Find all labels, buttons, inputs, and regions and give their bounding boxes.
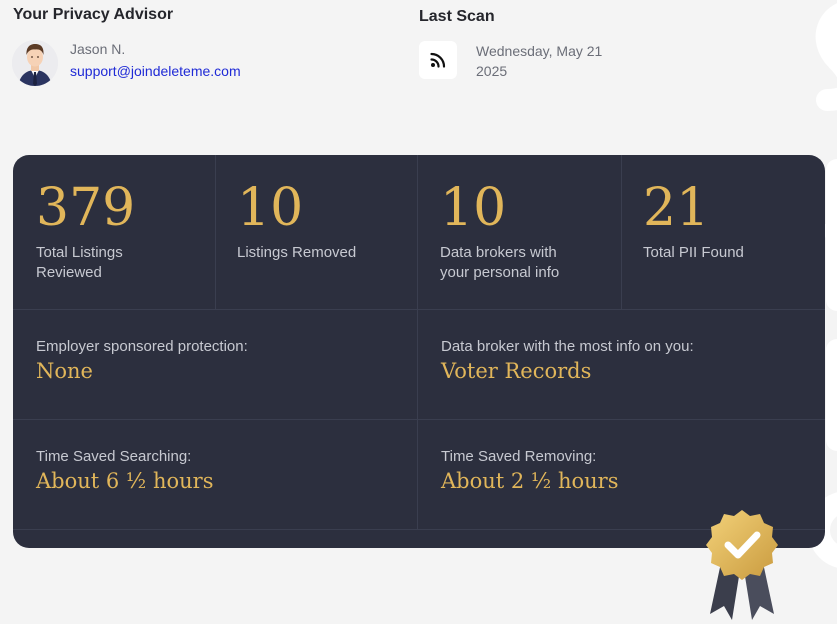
employer-protection-value: None [36, 359, 93, 383]
award-badge-icon [706, 510, 778, 620]
stat-value: 379 [36, 178, 136, 238]
top-broker-value: Voter Records [441, 359, 592, 383]
employer-protection-cell: Employer sponsored protection: None [13, 310, 418, 420]
stat-total-listings: 379 Total Listings Reviewed [13, 155, 216, 310]
advisor-avatar [12, 40, 58, 86]
advisor-section-title: Your Privacy Advisor [13, 6, 174, 23]
last-scan-date-line1: Wednesday, May 21 [476, 43, 603, 59]
rss-feed-icon [419, 41, 457, 79]
last-scan-date: Wednesday, May 21 2025 [476, 41, 636, 81]
top-broker-cell: Data broker with the most info on you: V… [418, 310, 825, 420]
time-saved-removing-label: Time Saved Removing: [441, 448, 597, 465]
privacy-summary-card: 379 Total Listings Reviewed 10 Listings … [13, 155, 825, 548]
time-saved-searching-label: Time Saved Searching: [36, 448, 192, 465]
stat-value: 21 [643, 178, 710, 238]
advisor-name: Jason N. [70, 41, 126, 57]
stat-label: Total Listings Reviewed [36, 244, 123, 281]
employer-protection-label: Employer sponsored protection: [36, 338, 248, 355]
stat-total-pii: 21 Total PII Found [621, 155, 825, 310]
time-saved-searching-value: About 6 ½ hours [36, 469, 214, 493]
stat-value: 10 [440, 178, 507, 238]
last-scan-title: Last Scan [419, 8, 495, 25]
stat-data-brokers: 10 Data brokers with your personal info [417, 155, 622, 310]
stat-value: 10 [237, 178, 304, 238]
stat-listings-removed: 10 Listings Removed [215, 155, 418, 310]
stat-label: Listings Removed [237, 244, 357, 261]
last-scan-date-line2: 2025 [476, 63, 508, 79]
top-broker-label: Data broker with the most info on you: [441, 338, 694, 355]
time-saved-removing-value: About 2 ½ hours [441, 469, 619, 493]
stat-label: Data brokers with your personal info [440, 244, 560, 281]
stat-label: Total PII Found [643, 244, 744, 261]
time-saved-searching-cell: Time Saved Searching: About 6 ½ hours [13, 420, 418, 530]
advisor-email-link[interactable]: support@joindeleteme.com [70, 63, 241, 79]
